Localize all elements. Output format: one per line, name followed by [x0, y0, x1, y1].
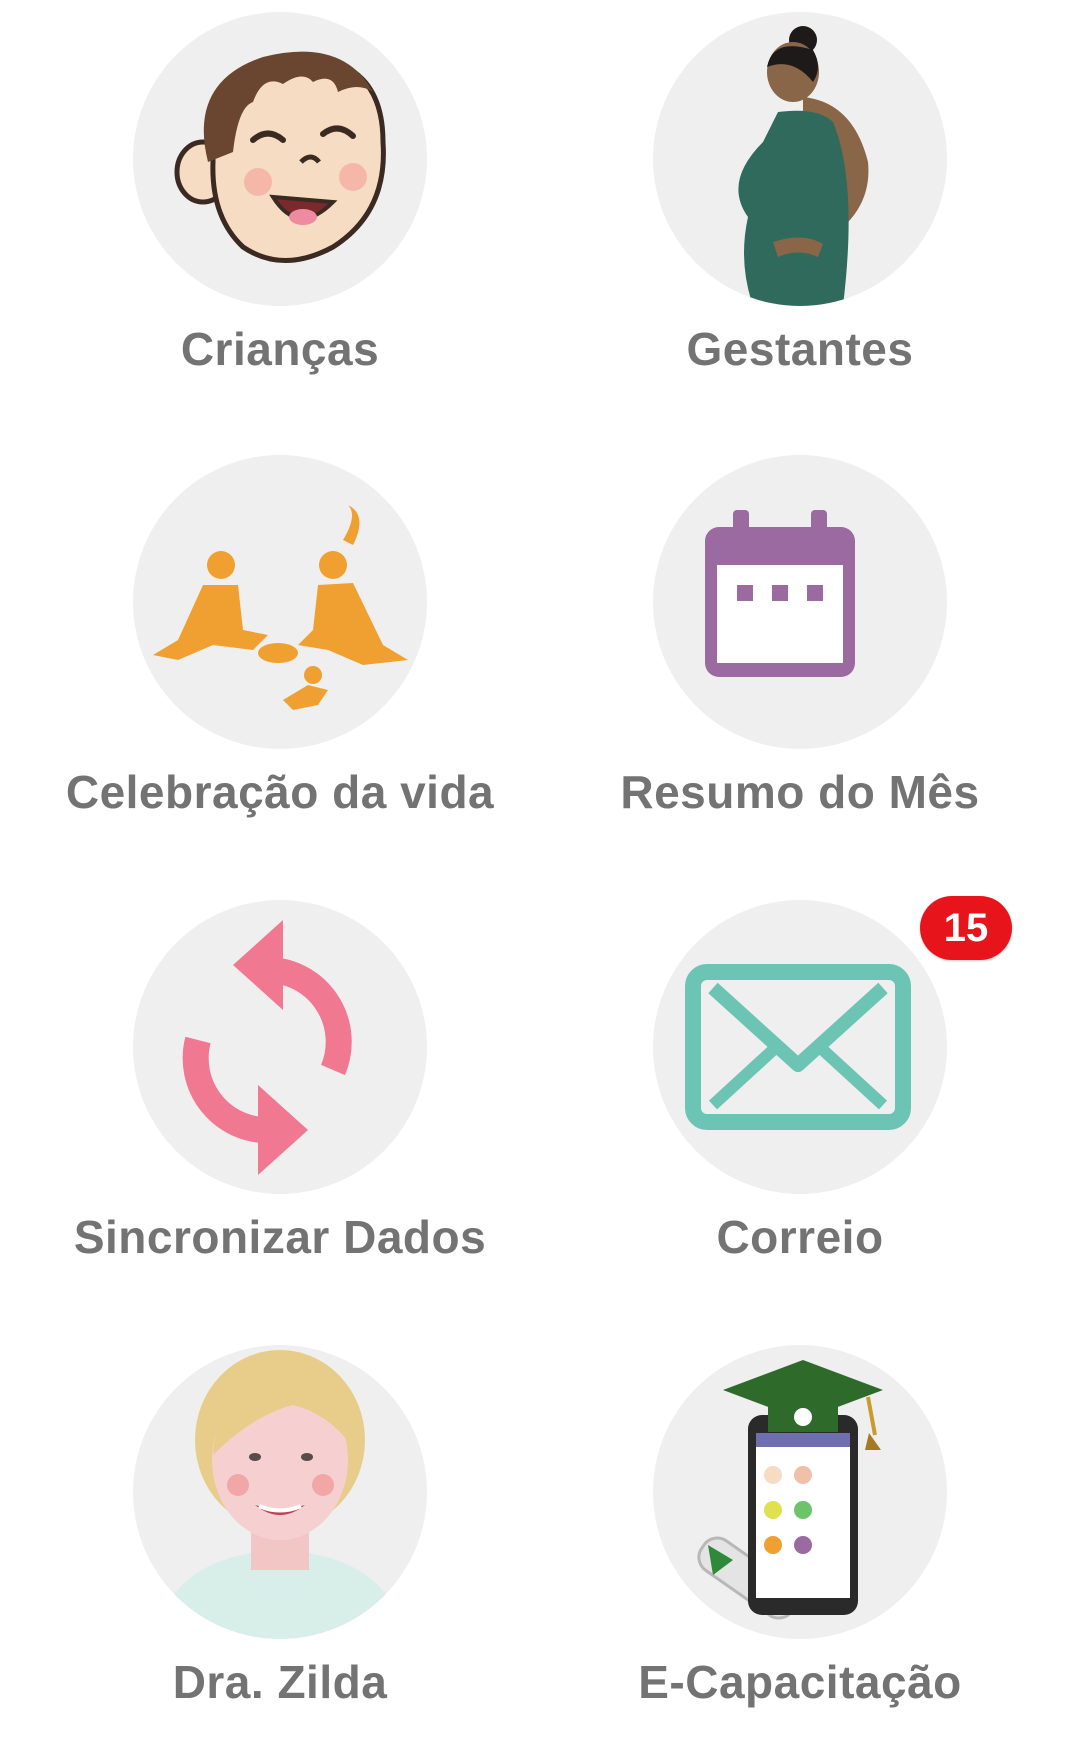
menu-item-label: Resumo do Mês [620, 766, 980, 818]
home-menu-grid: Crianças Gestantes Celebração da vida Re… [0, 0, 1080, 1757]
menu-item-label: Gestantes [686, 323, 914, 375]
graduation-phone-icon [653, 1345, 947, 1639]
menu-item-criancas[interactable]: Crianças [30, 12, 530, 432]
menu-item-label: E-Capacitação [638, 1656, 962, 1708]
celebration-of-life-icon [133, 455, 427, 749]
menu-item-sincronizar-dados[interactable]: Sincronizar Dados [30, 900, 530, 1320]
menu-item-label: Sincronizar Dados [73, 1211, 487, 1263]
menu-item-label: Crianças [180, 323, 380, 375]
menu-item-gestantes[interactable]: Gestantes [550, 12, 1050, 432]
menu-item-label: Correio [716, 1211, 884, 1263]
unread-count-badge: 15 [920, 896, 1012, 960]
pregnant-woman-icon [653, 12, 947, 306]
menu-item-label: Celebração da vida [65, 766, 495, 818]
menu-item-label: Dra. Zilda [172, 1656, 388, 1708]
baby-face-icon [133, 12, 427, 306]
menu-item-correio[interactable]: 15 Correio [550, 896, 1050, 1320]
menu-item-celebracao-da-vida[interactable]: Celebração da vida [30, 455, 530, 875]
calendar-icon [653, 455, 947, 749]
mail-icon [653, 900, 947, 1194]
menu-item-dra-zilda[interactable]: Dra. Zilda [30, 1345, 530, 1757]
sync-icon [133, 900, 427, 1194]
menu-item-e-capacitacao[interactable]: E-Capacitação [550, 1345, 1050, 1757]
dra-zilda-portrait-icon [133, 1345, 427, 1639]
menu-item-resumo-do-mes[interactable]: Resumo do Mês [550, 455, 1050, 875]
